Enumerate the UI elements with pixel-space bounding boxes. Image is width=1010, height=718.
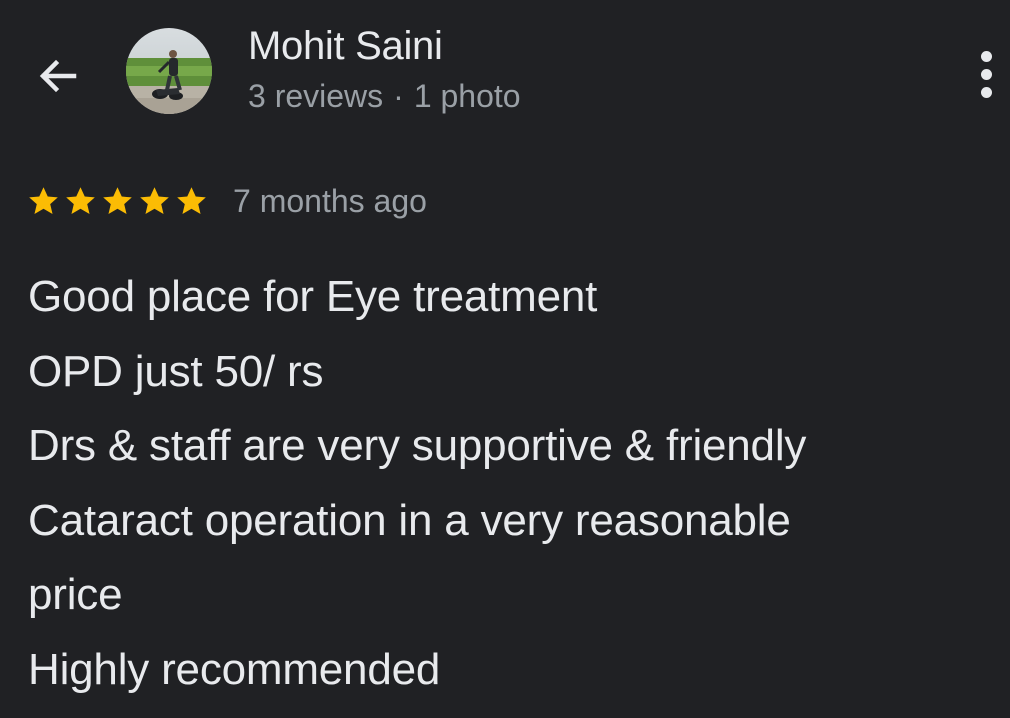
review-body: Good place for Eye treatment OPD just 50/… (28, 260, 998, 707)
review-text-line: Highly recommended (28, 644, 441, 694)
review-time: 7 months ago (233, 183, 427, 219)
photo-count: 1 photo (413, 78, 521, 114)
review-count: 3 reviews (248, 78, 384, 114)
author-stats: 3 reviews · 1 photo (248, 76, 521, 116)
star-icon (66, 186, 95, 214)
star-icon (103, 186, 132, 214)
avatar-photo (126, 28, 212, 114)
star-icon (29, 186, 58, 214)
star-rating (26, 184, 209, 219)
arrow-back-icon (39, 59, 77, 93)
rating-row: 7 months ago (26, 178, 427, 224)
author-info: Mohit Saini 3 reviews · 1 photo (248, 22, 521, 116)
back-button[interactable] (28, 46, 88, 106)
avatar[interactable] (126, 28, 212, 114)
review-text-line: Cataract operation in a very reasonable (28, 495, 791, 545)
star-icon (140, 186, 169, 214)
review-text-line: OPD just 50/ rs (28, 346, 324, 396)
review-header: Mohit Saini 3 reviews · 1 photo (0, 0, 1010, 150)
review-text-line: Good place for Eye treatment (28, 272, 598, 321)
review-text-line: price (28, 570, 123, 619)
star-icon (177, 186, 206, 214)
meta-separator: · (393, 78, 404, 114)
author-name[interactable]: Mohit Saini (248, 22, 521, 70)
more-vert-icon (980, 50, 992, 98)
more-options-button[interactable] (966, 46, 1006, 102)
review-text-line: Drs & staff are very supportive & friend… (28, 421, 807, 470)
